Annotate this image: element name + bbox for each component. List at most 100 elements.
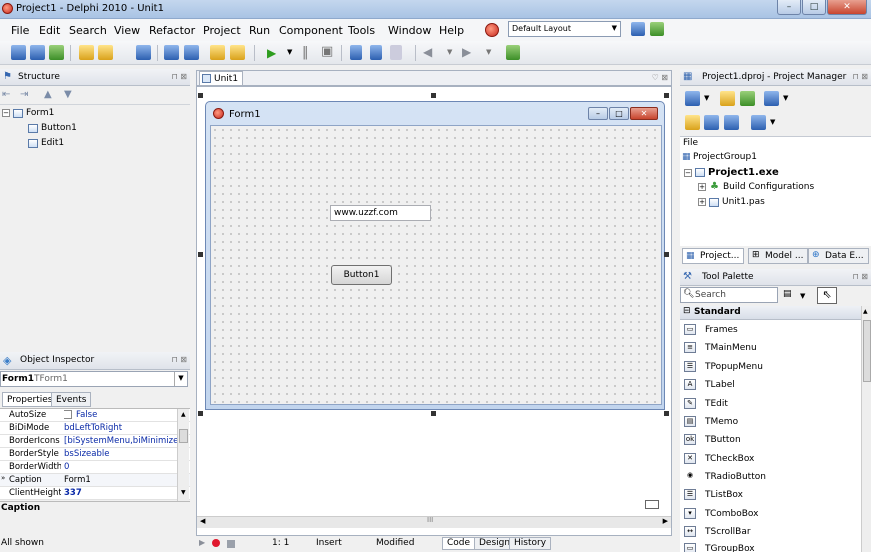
palette-item-tlabel[interactable]: A TLabel (684, 379, 735, 390)
property-row-selected[interactable]: » Caption Form1 (0, 474, 190, 487)
pin-icon[interactable]: ⊓ ⊠ (172, 72, 188, 81)
remove-from-project-icon[interactable] (230, 45, 245, 60)
tab-project[interactable]: ▦ Project... (682, 248, 745, 264)
selection-handle[interactable] (198, 93, 203, 98)
selection-handle[interactable] (431, 411, 436, 416)
scroll-left-icon[interactable]: ◀ (200, 517, 205, 525)
menu-file[interactable]: File (11, 24, 29, 37)
palette-pointer-icon[interactable]: ⇖ (817, 287, 837, 304)
tab-properties[interactable]: Properties (2, 392, 58, 407)
expand-icon[interactable]: + (698, 183, 706, 191)
property-row[interactable]: BorderIcons [biSystemMenu,biMinimize,b (0, 435, 190, 448)
project-node-unit1[interactable]: + Unit1.pas (698, 197, 765, 207)
macro-stop-icon[interactable] (227, 540, 235, 548)
macro-play-icon[interactable]: ▶ (199, 538, 205, 552)
expand-icon[interactable]: + (698, 198, 706, 206)
view-dropdown-icon[interactable]: ▼ (783, 94, 788, 102)
tab-data-explorer[interactable]: ⊕ Data E... (808, 248, 869, 264)
selection-handle[interactable] (198, 411, 203, 416)
scroll-up-icon[interactable]: ▲ (181, 411, 186, 418)
chevron-down-icon[interactable]: ▼ (174, 372, 187, 386)
collapse-icon[interactable]: − (684, 168, 692, 177)
move-up-icon[interactable]: ▲ (44, 89, 52, 100)
move-down-icon[interactable]: ▼ (64, 89, 72, 100)
palette-category-standard[interactable]: ⊟ Standard (680, 306, 861, 320)
palette-categories-icon[interactable]: ▤ (783, 289, 792, 299)
object-selector-combo[interactable]: Form1 TForm1 ▼ (0, 371, 188, 387)
pause-icon[interactable]: ‖ (302, 45, 309, 60)
close-tab-icon[interactable]: ♡ ⊠ (652, 73, 668, 82)
menu-tools[interactable]: Tools (348, 24, 375, 37)
sort-dropdown-icon[interactable]: ▼ (770, 118, 775, 126)
pin-icon[interactable]: ⊓ ⊠ (853, 72, 869, 81)
run-icon[interactable]: ▶ (267, 46, 276, 60)
run-dropdown-icon[interactable]: ▼ (287, 48, 292, 56)
pin-icon[interactable]: ⊓ ⊠ (172, 355, 188, 364)
property-row[interactable]: AutoSize False (0, 409, 190, 422)
activate-dropdown-icon[interactable]: ▼ (704, 94, 709, 102)
tree-collapse-icon[interactable]: ⇤ (2, 89, 10, 100)
new-items-icon[interactable] (11, 45, 26, 60)
structure-node-edit1[interactable]: Edit1 (28, 138, 64, 148)
palette-search-input[interactable]: Search (695, 290, 726, 300)
sort-icon[interactable] (751, 115, 766, 130)
sync-icon[interactable] (685, 115, 700, 130)
step-over-icon[interactable] (370, 45, 382, 60)
structure-node-form1[interactable]: − Form1 (2, 108, 54, 118)
project-node-group[interactable]: ▦ ProjectGroup1 (682, 152, 757, 162)
menu-view[interactable]: View (114, 24, 140, 37)
forward-dropdown-icon[interactable]: ▼ (486, 48, 491, 56)
new-icon[interactable] (720, 91, 735, 106)
open-project-icon[interactable] (79, 45, 94, 60)
project-node-build-configurations[interactable]: + ♣ Build Configurations (698, 181, 814, 192)
selection-handle[interactable] (198, 252, 203, 257)
program-reset-icon[interactable]: ▣ (321, 44, 333, 59)
property-grid-scrollbar[interactable]: ▲ ▼ (177, 409, 189, 501)
close-file-icon[interactable] (184, 45, 199, 60)
collapse-icon[interactable]: ⊟ (683, 306, 691, 316)
tab-model[interactable]: ⊞ Model ... (748, 248, 809, 264)
back-dropdown-icon[interactable]: ▼ (447, 48, 452, 56)
desktop-layout-combo[interactable]: Default Layout ▼ (508, 21, 621, 37)
menu-help[interactable]: Help (439, 24, 464, 37)
selection-handle[interactable] (664, 252, 669, 257)
tab-events[interactable]: Events (51, 392, 92, 407)
tab-unit1[interactable]: Unit1 (199, 71, 244, 86)
minimize-button[interactable]: – (777, 0, 801, 15)
menu-refactor[interactable]: Refactor (149, 24, 195, 37)
set-debug-desktop-icon[interactable] (650, 22, 664, 36)
activate-icon[interactable] (685, 91, 700, 106)
palette-item-tcombobox[interactable]: ▾ TComboBox (684, 508, 758, 519)
menu-project[interactable]: Project (203, 24, 241, 37)
maximize-button[interactable]: □ (802, 0, 826, 15)
scroll-down-icon[interactable]: ▼ (181, 489, 186, 496)
selection-handle[interactable] (664, 93, 669, 98)
collapse-icon[interactable] (724, 115, 739, 130)
palette-search-box[interactable]: 🔍︎ Search (680, 287, 778, 303)
palette-item-tedit[interactable]: ✎ TEdit (684, 398, 728, 409)
run-to-cursor-icon[interactable] (390, 45, 402, 60)
collapse-icon[interactable]: − (2, 109, 10, 117)
scroll-thumb[interactable] (179, 429, 188, 443)
remove-icon[interactable] (740, 91, 755, 106)
property-row[interactable]: ClientHeight 337 (0, 487, 190, 500)
scroll-thumb[interactable] (863, 320, 871, 382)
macro-record-icon[interactable] (212, 539, 220, 547)
menu-run[interactable]: Run (249, 24, 270, 37)
palette-item-tradiobutton[interactable]: ◉ TRadioButton (684, 471, 766, 482)
add-to-project-icon[interactable] (210, 45, 225, 60)
close-button[interactable]: ✕ (827, 0, 867, 15)
save-all-icon[interactable] (164, 45, 179, 60)
tab-code[interactable]: Code (442, 537, 476, 550)
palette-categories-dropdown-icon[interactable]: ▼ (800, 292, 805, 300)
back-icon[interactable]: ◀ (423, 45, 432, 59)
new-form-icon[interactable] (30, 45, 45, 60)
palette-item-tpopupmenu[interactable]: ☰ TPopupMenu (684, 361, 763, 372)
trace-into-icon[interactable] (350, 45, 362, 60)
selection-handle[interactable] (664, 411, 669, 416)
tab-history[interactable]: History (509, 537, 552, 550)
selection-handle[interactable] (431, 93, 436, 98)
structure-node-button1[interactable]: Button1 (28, 123, 77, 133)
expand-icon[interactable] (704, 115, 719, 130)
save-icon[interactable] (136, 45, 151, 60)
